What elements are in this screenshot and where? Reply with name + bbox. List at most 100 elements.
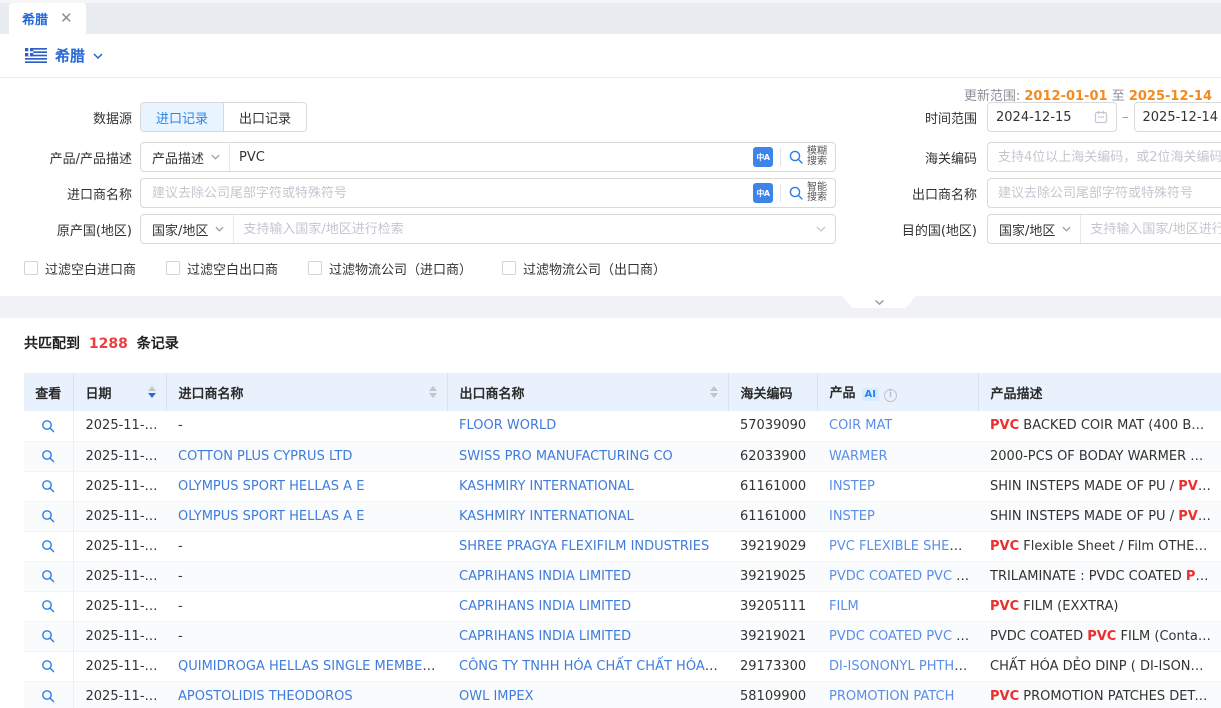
product-link[interactable]: COIR MAT [829,418,892,433]
product-link[interactable]: INSTEP [829,479,875,494]
import-records-tab[interactable]: 进口记录 [141,103,223,131]
destination-country-select[interactable]: 国家/地区 [988,215,1081,243]
chevron-down-icon[interactable] [816,226,826,232]
origin-country-input[interactable] [234,222,812,237]
view-cell [24,501,73,531]
chevron-down-icon[interactable] [93,53,103,59]
end-date-input[interactable]: 2025-12-14 [1134,102,1221,132]
product-link[interactable]: INSTEP [829,509,875,524]
destination-country-input[interactable] [1081,222,1221,237]
exporter-cell: SHREE PRAGYA FLEXIFILM INDUSTRIES [447,531,728,561]
view-details-button[interactable] [41,599,55,613]
importer-cell: - [166,621,447,651]
checkbox-filter-logistics-exporter[interactable]: 过滤物流公司（出口商） [502,259,666,278]
checkbox-icon[interactable] [502,261,516,275]
view-details-button[interactable] [41,689,55,703]
checkbox-icon[interactable] [24,261,38,275]
sort-control[interactable] [148,386,156,398]
product-input[interactable] [230,150,753,165]
collapse-panel-button[interactable] [842,296,916,308]
product-link[interactable]: PVC FLEXIBLE SHEET F... [829,539,978,554]
close-icon[interactable]: ✕ [60,11,73,26]
product-field-select[interactable]: 产品描述 [141,143,230,171]
exporter-link[interactable]: OWL IMPEX [459,689,533,704]
tab-greece[interactable]: 希腊 ✕ [9,3,86,34]
description-cell: CHẤT HÓA DẺO DINP ( DI-ISONONY... [978,651,1221,681]
export-records-tab[interactable]: 出口记录 [223,103,306,131]
fuzzy-search-button[interactable]: 模糊 搜索 [781,147,835,168]
product-link[interactable]: DI-ISONONYL PHTHA... [829,659,975,674]
exporter-link[interactable]: FLOOR WORLD [459,418,556,433]
column-header-exporter[interactable]: 出口商名称 [447,373,728,411]
exporter-link[interactable]: SHREE PRAGYA FLEXIFILM INDUSTRIES [459,539,709,554]
hs-code-cell: 29173300 [728,651,817,681]
view-details-button[interactable] [41,509,55,523]
table-row: 2025-11-27COTTON PLUS CYPRUS LTDSWISS PR… [24,441,1221,471]
exporter-link[interactable]: KASHMIRY INTERNATIONAL [459,509,634,524]
translate-icon[interactable]: 中A [753,183,773,203]
update-range: 更新范围: 2012-01-01 至 2025-12-14 [964,85,1212,104]
translate-icon[interactable]: 中A [753,147,773,167]
checkbox-label: 过滤物流公司（出口商） [523,259,666,278]
view-cell [24,651,73,681]
exporter-link[interactable]: CAPRIHANS INDIA LIMITED [459,569,631,584]
checkbox-filter-logistics-importer[interactable]: 过滤物流公司（进口商） [308,259,472,278]
importer-input[interactable] [141,186,753,201]
view-details-button[interactable] [41,419,55,433]
importer-link[interactable]: OLYMPUS SPORT HELLAS A E [178,509,364,524]
hs-code-cell: 62033900 [728,441,817,471]
date-cell: 2025-11-18 [73,651,166,681]
product-label: 产品/产品描述 [28,148,132,167]
description-text: FILM (EXXTRA) [1019,599,1118,614]
product-link[interactable]: WARMER [829,449,888,464]
info-icon[interactable]: i [884,389,897,402]
view-details-button[interactable] [41,629,55,643]
smart-search-button[interactable]: 智能 搜索 [781,183,835,204]
column-header-importer[interactable]: 进口商名称 [166,373,447,411]
importer-link[interactable]: APOSTOLIDIS THEODOROS [178,689,353,704]
view-details-button[interactable] [41,449,55,463]
checkbox-filter-blank-importer[interactable]: 过滤空白进口商 [24,259,136,278]
exporter-cell: CAPRIHANS INDIA LIMITED [447,591,728,621]
hs-code-input[interactable] [987,142,1221,172]
product-link[interactable]: PROMOTION PATCH [829,689,954,704]
product-cell: PVDC COATED PVC FIL... [817,561,978,591]
origin-country-select[interactable]: 国家/地区 [141,215,234,243]
hs-code-cell: 61161000 [728,501,817,531]
description-cell: 2000-PCS OF BODAY WARMER M/O ... [978,441,1221,471]
checkbox-label: 过滤空白进口商 [45,259,136,278]
view-details-button[interactable] [41,569,55,583]
column-header-date[interactable]: 日期 [73,373,166,411]
checkbox-filter-blank-exporter[interactable]: 过滤空白出口商 [166,259,278,278]
checkbox-icon[interactable] [166,261,180,275]
description-cell: PVC Flexible Sheet / Film OTHER DET... [978,531,1221,561]
product-link[interactable]: PVDC COATED PVC FIL... [829,569,978,584]
view-details-button[interactable] [41,479,55,493]
sort-control[interactable] [710,386,718,398]
highlight-keyword: PVC [1087,629,1116,644]
product-link[interactable]: PVDC COATED PVC FIL... [829,629,978,644]
chevron-down-icon [211,154,220,160]
exporter-link[interactable]: CÔNG TY TNHH HÓA CHẤT CHẤT HÓA DẺ... [459,659,728,674]
match-summary: 共匹配到 1288 条记录 [0,318,1221,373]
highlight-keyword: PVC [990,539,1019,554]
greece-flag-icon [25,48,47,63]
exporter-link[interactable]: CAPRIHANS INDIA LIMITED [459,599,631,614]
importer-link[interactable]: QUIMIDROGA HELLAS SINGLE MEMBER PC [178,659,447,674]
product-link[interactable]: FILM [829,599,859,614]
importer-link[interactable]: COTTON PLUS CYPRUS LTD [178,449,352,464]
date-cell: 2025-11-20 [73,561,166,591]
exporter-link[interactable]: CAPRIHANS INDIA LIMITED [459,629,631,644]
start-date-input[interactable]: 2024-12-15 [987,102,1117,132]
description-cell: PVDC COATED PVC FILM (Containin... [978,621,1221,651]
search-icon [788,149,804,165]
exporter-link[interactable]: KASHMIRY INTERNATIONAL [459,479,634,494]
view-details-button[interactable] [41,659,55,673]
checkbox-icon[interactable] [308,261,322,275]
view-details-button[interactable] [41,539,55,553]
sort-control[interactable] [429,386,437,398]
importer-link[interactable]: OLYMPUS SPORT HELLAS A E [178,479,364,494]
table-header-row: 查看 日期 进口商名称 出口商名称 [24,373,1221,411]
exporter-link[interactable]: SWISS PRO MANUFACTURING CO [459,449,673,464]
exporter-input[interactable] [987,178,1221,208]
